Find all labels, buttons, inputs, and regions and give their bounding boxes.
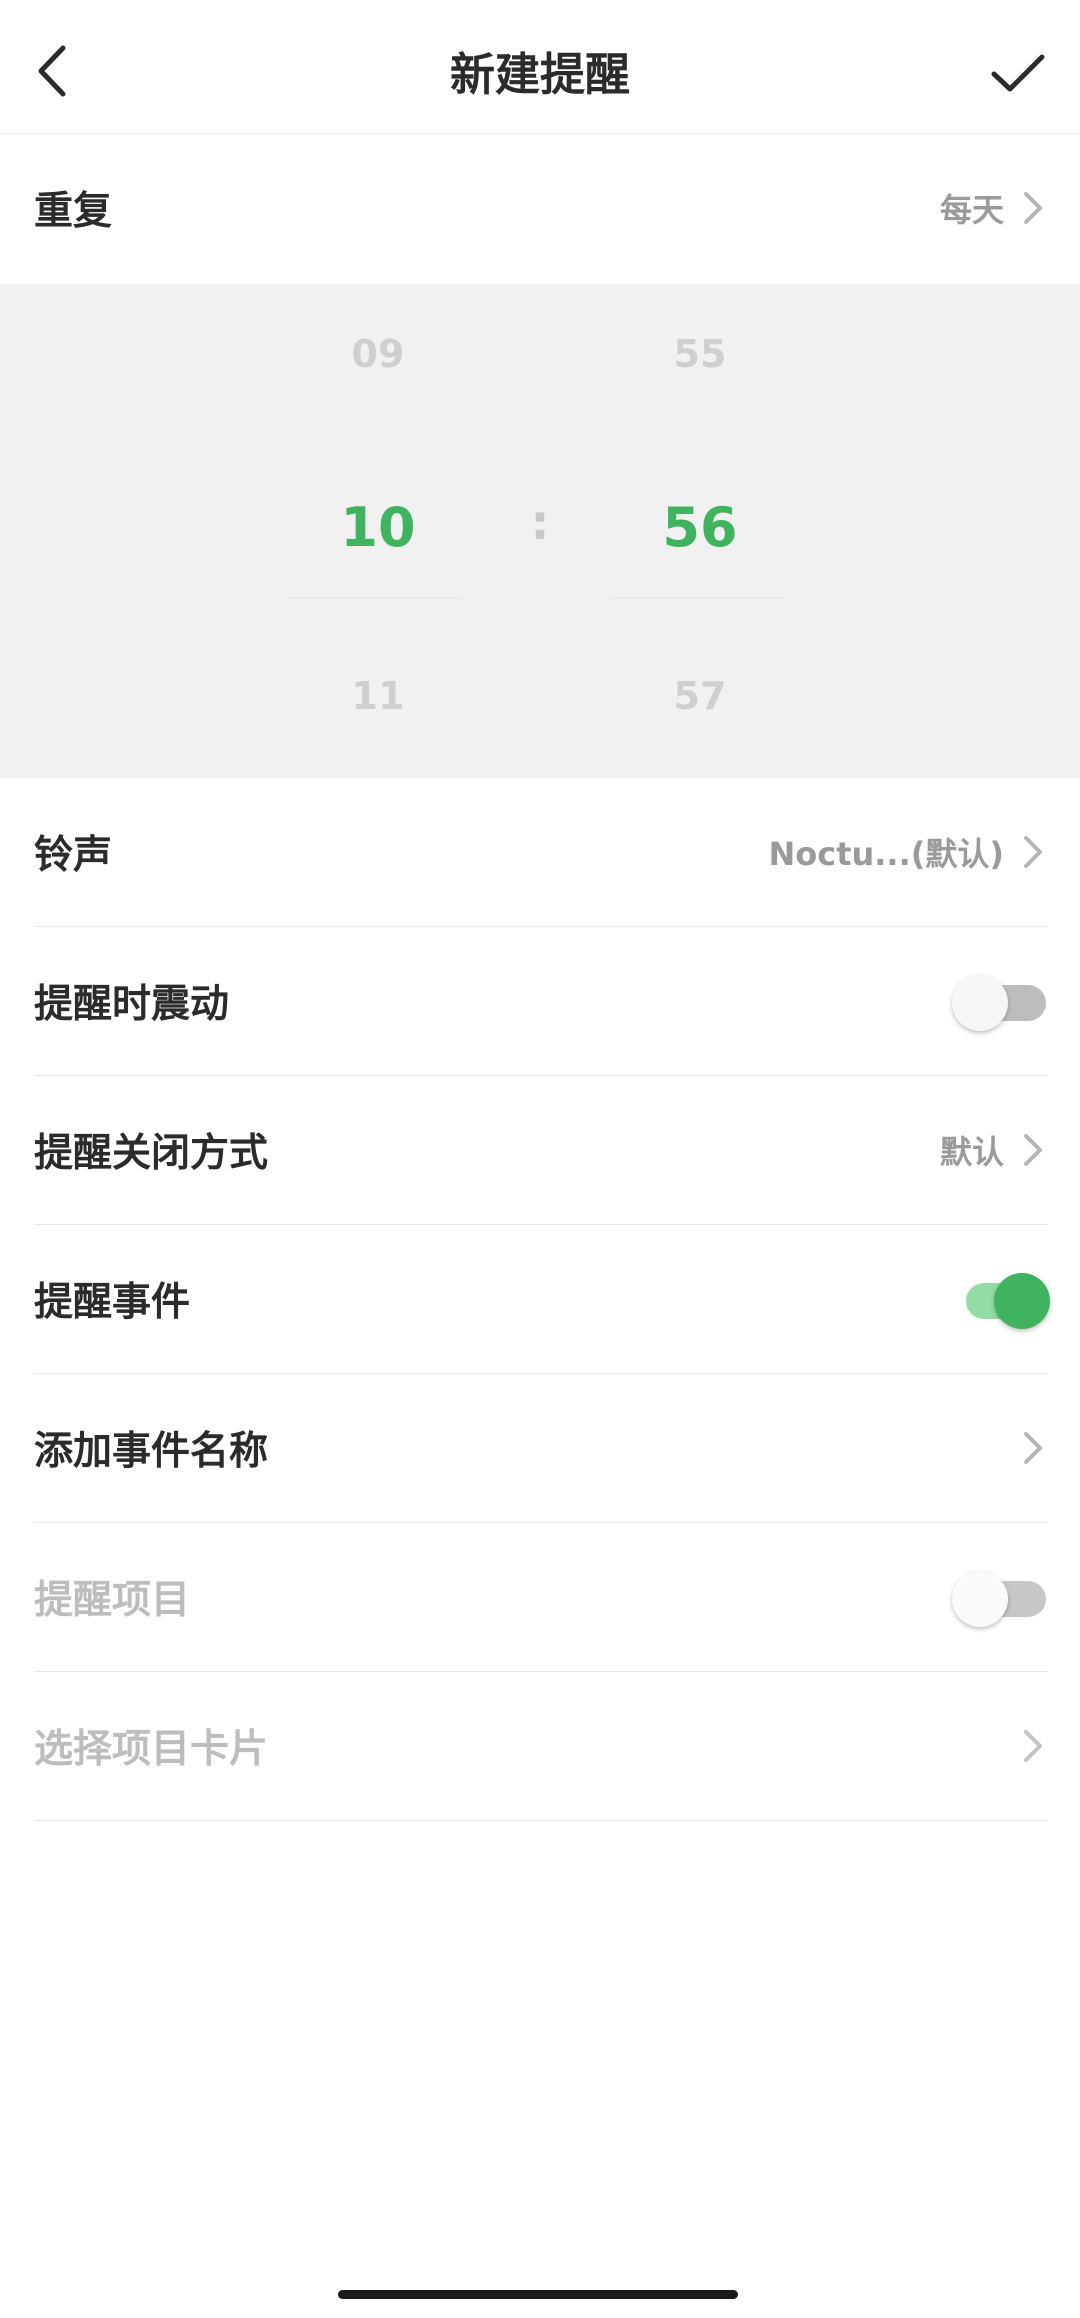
hour-prev[interactable]: 09 — [278, 332, 478, 376]
checkmark-icon — [991, 54, 1045, 92]
ringtone-value: Noctu...(默认) — [768, 835, 1004, 873]
event-toggle[interactable] — [952, 1269, 1050, 1329]
event-name-row[interactable]: 添加事件名称 — [34, 1374, 1048, 1522]
divider — [34, 1820, 1048, 1821]
vibrate-row: 提醒时震动 — [34, 927, 1048, 1075]
project-toggle[interactable] — [952, 1567, 1048, 1627]
vibrate-label: 提醒时震动 — [34, 982, 230, 1027]
close-mode-value: 默认 — [939, 1133, 1004, 1171]
event-label: 提醒事件 — [34, 1280, 191, 1325]
time-separator: : — [530, 495, 550, 551]
hour-next[interactable]: 11 — [278, 674, 478, 718]
close-mode-row[interactable]: 提醒关闭方式 默认 — [34, 1076, 1048, 1224]
repeat-row[interactable]: 重复 每天 — [34, 134, 1048, 282]
minute-selection-line — [612, 597, 782, 599]
ringtone-row[interactable]: 铃声 Noctu...(默认) — [34, 778, 1048, 926]
chevron-right-icon — [1018, 1428, 1048, 1468]
project-card-row[interactable]: 选择项目卡片 — [34, 1672, 1048, 1820]
minute-next[interactable]: 57 — [600, 674, 800, 718]
chevron-right-icon — [1018, 832, 1048, 872]
confirm-button[interactable] — [978, 38, 1058, 108]
event-row: 提醒事件 — [34, 1225, 1050, 1373]
project-card-label: 选择项目卡片 — [34, 1727, 269, 1772]
chevron-right-icon — [1018, 1726, 1048, 1766]
hour-selection-line — [290, 597, 460, 599]
hour-selected[interactable]: 10 — [278, 496, 478, 559]
project-label: 提醒项目 — [34, 1578, 191, 1623]
repeat-value: 每天 — [939, 191, 1004, 229]
chevron-right-icon — [1018, 1130, 1048, 1170]
navigation-bar: 新建提醒 — [0, 0, 1080, 134]
home-indicator[interactable] — [338, 2290, 738, 2299]
event-name-label: 添加事件名称 — [34, 1429, 269, 1474]
vibrate-toggle[interactable] — [952, 971, 1048, 1031]
page-title: 新建提醒 — [449, 48, 630, 101]
ringtone-label: 铃声 — [34, 833, 113, 878]
chevron-right-icon — [1018, 188, 1048, 228]
project-row: 提醒项目 — [34, 1523, 1048, 1671]
minute-prev[interactable]: 55 — [600, 332, 800, 376]
close-mode-label: 提醒关闭方式 — [34, 1131, 269, 1176]
repeat-label: 重复 — [34, 189, 113, 234]
minute-selected[interactable]: 56 — [600, 496, 800, 559]
